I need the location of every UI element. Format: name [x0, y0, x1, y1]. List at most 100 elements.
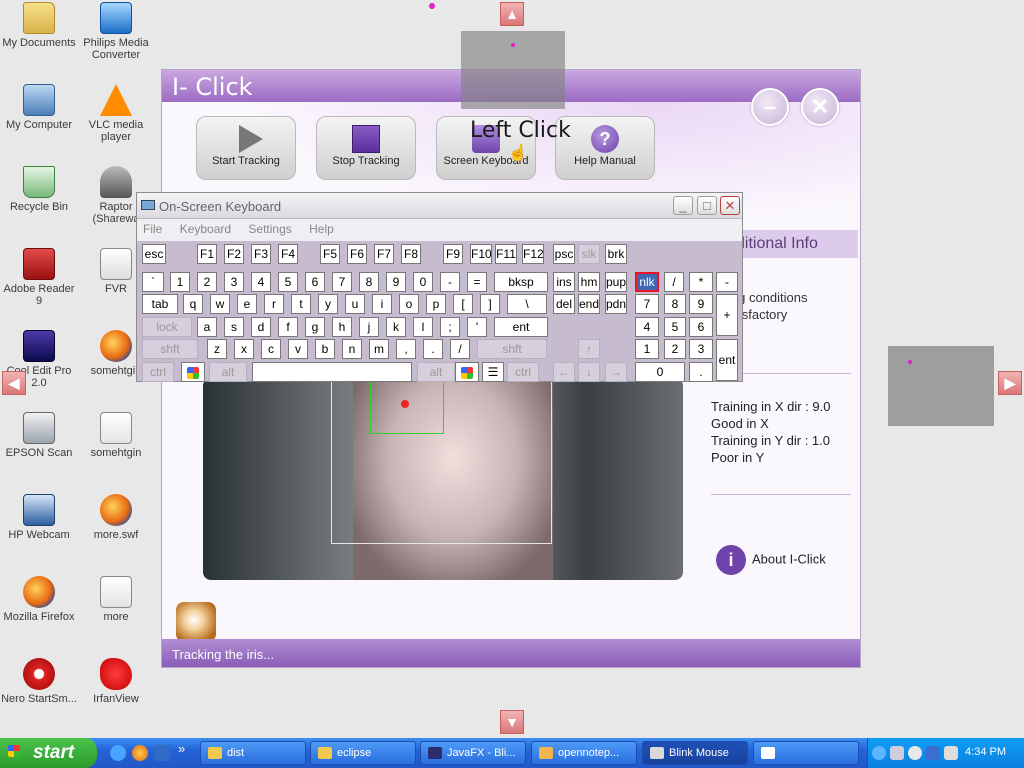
- key-+[interactable]: +: [716, 294, 738, 336]
- key-m[interactable]: m: [369, 339, 389, 359]
- key-c[interactable]: c: [261, 339, 281, 359]
- desktop-icon[interactable]: somehtgin: [78, 412, 154, 459]
- key-][interactable]: ]: [480, 294, 500, 314]
- key-F4[interactable]: F4: [278, 244, 298, 264]
- desktop-icon[interactable]: Philips Media Converter: [78, 2, 154, 61]
- key-.[interactable]: .: [689, 362, 713, 382]
- key-bksp[interactable]: bksp: [494, 272, 548, 292]
- scroll-right-arrow-icon[interactable]: ▶: [998, 371, 1022, 395]
- taskbar-button[interactable]: Blink Mouse: [642, 741, 748, 765]
- key-1[interactable]: 1: [170, 272, 190, 292]
- scroll-up-arrow-icon[interactable]: ▲: [500, 2, 524, 26]
- key-j[interactable]: j: [359, 317, 379, 337]
- tray-app-icon[interactable]: [944, 746, 958, 760]
- firefox-icon[interactable]: [132, 745, 148, 761]
- key-↓[interactable]: ↓: [578, 362, 600, 382]
- key-e[interactable]: e: [237, 294, 257, 314]
- desktop-icon[interactable]: more.swf: [78, 494, 154, 541]
- taskbar-button[interactable]: eclipse: [310, 741, 416, 765]
- key-F6[interactable]: F6: [347, 244, 367, 264]
- key-F3[interactable]: F3: [251, 244, 271, 264]
- ie-icon[interactable]: [110, 745, 126, 761]
- key-f[interactable]: f: [278, 317, 298, 337]
- key-p[interactable]: p: [426, 294, 446, 314]
- key-5[interactable]: 5: [278, 272, 298, 292]
- taskbar-button[interactable]: dist: [200, 741, 306, 765]
- toolbar-button[interactable]: Start Tracking: [196, 116, 296, 180]
- key-l[interactable]: l: [413, 317, 433, 337]
- key-`[interactable]: `: [142, 272, 164, 292]
- key-u[interactable]: u: [345, 294, 365, 314]
- key-o[interactable]: o: [399, 294, 419, 314]
- osk-minimize-button[interactable]: _: [673, 196, 693, 215]
- key-shft[interactable]: shft: [142, 339, 198, 359]
- desktop-icon[interactable]: EPSON Scan: [1, 412, 77, 459]
- key-'[interactable]: ': [467, 317, 487, 337]
- key-g[interactable]: g: [305, 317, 325, 337]
- key-n[interactable]: n: [342, 339, 362, 359]
- windows-key-right[interactable]: [455, 362, 479, 382]
- key-w[interactable]: w: [210, 294, 230, 314]
- key-shft[interactable]: shft: [477, 339, 547, 359]
- key-i[interactable]: i: [372, 294, 392, 314]
- desktop-icon[interactable]: Mozilla Firefox: [1, 576, 77, 623]
- key-hm[interactable]: hm: [578, 272, 600, 292]
- key-psc[interactable]: psc: [553, 244, 575, 264]
- about-iclick-button[interactable]: i About I-Click: [716, 545, 826, 575]
- key-s[interactable]: s: [224, 317, 244, 337]
- key-0[interactable]: 0: [413, 272, 433, 292]
- menu-keyboard[interactable]: Keyboard: [180, 222, 231, 236]
- key-/[interactable]: /: [450, 339, 470, 359]
- key-9[interactable]: 9: [386, 272, 406, 292]
- key-brk[interactable]: brk: [605, 244, 627, 264]
- desktop-icon[interactable]: Nero StartSm...: [1, 658, 77, 705]
- key-/[interactable]: /: [664, 272, 684, 292]
- key-ent[interactable]: ent: [494, 317, 548, 337]
- space-key[interactable]: [252, 362, 412, 382]
- desktop-icon[interactable]: Recycle Bin: [1, 166, 77, 213]
- volume-icon[interactable]: [908, 746, 922, 760]
- app-icon[interactable]: [154, 745, 170, 761]
- key-↑[interactable]: ↑: [578, 339, 600, 359]
- key-1[interactable]: 1: [635, 339, 659, 359]
- key-0[interactable]: 0: [635, 362, 685, 382]
- key-F2[interactable]: F2: [224, 244, 244, 264]
- taskbar-button[interactable]: [753, 741, 859, 765]
- osk-close-button[interactable]: ✕: [720, 196, 740, 215]
- key-;[interactable]: ;: [440, 317, 460, 337]
- key-alt[interactable]: alt: [417, 362, 455, 382]
- menu-help[interactable]: Help: [309, 222, 334, 236]
- key-ent[interactable]: ent: [716, 339, 738, 381]
- key-F1[interactable]: F1: [197, 244, 217, 264]
- key-7[interactable]: 7: [332, 272, 352, 292]
- key--[interactable]: -: [716, 272, 738, 292]
- minimize-icon[interactable]: –: [751, 88, 789, 126]
- key-F11[interactable]: F11: [495, 244, 517, 264]
- key-lock[interactable]: lock: [142, 317, 192, 337]
- key--[interactable]: -: [440, 272, 460, 292]
- key-k[interactable]: k: [386, 317, 406, 337]
- key-7[interactable]: 7: [635, 294, 659, 314]
- key-b[interactable]: b: [315, 339, 335, 359]
- key-t[interactable]: t: [291, 294, 311, 314]
- key-F9[interactable]: F9: [443, 244, 463, 264]
- start-button[interactable]: start: [0, 738, 97, 768]
- key-d[interactable]: d: [251, 317, 271, 337]
- menu-settings[interactable]: Settings: [248, 222, 291, 236]
- taskbar-button[interactable]: opennotep...: [531, 741, 637, 765]
- scroll-down-arrow-icon[interactable]: ▼: [500, 710, 524, 734]
- scroll-left-arrow-icon[interactable]: ◀: [2, 371, 26, 395]
- key-x[interactable]: x: [234, 339, 254, 359]
- osk-maximize-button[interactable]: □: [697, 196, 717, 215]
- network-icon[interactable]: [890, 746, 904, 760]
- key-ctrl[interactable]: ctrl: [142, 362, 174, 382]
- key-3[interactable]: 3: [224, 272, 244, 292]
- quicklaunch-more-icon[interactable]: »: [178, 741, 190, 757]
- key-nlk[interactable]: nlk: [635, 272, 659, 292]
- shield-icon[interactable]: [926, 746, 940, 760]
- key-pup[interactable]: pup: [605, 272, 627, 292]
- key-F12[interactable]: F12: [522, 244, 544, 264]
- key-del[interactable]: del: [553, 294, 575, 314]
- key-3[interactable]: 3: [689, 339, 713, 359]
- key-←[interactable]: ←: [553, 362, 575, 382]
